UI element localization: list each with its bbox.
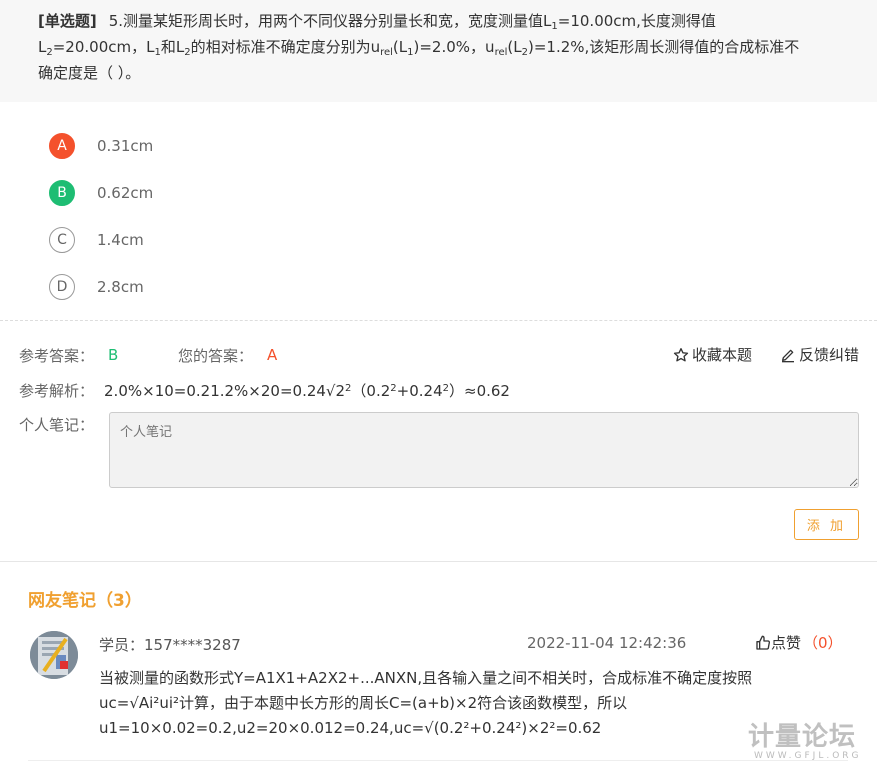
- reference-answer-value: B: [108, 346, 119, 364]
- comment-body: 当被测量的函数形式Y=A1X1+A2X2+...ANXN,且各输入量之间不相关时…: [99, 669, 753, 737]
- avatar-image-icon: [30, 631, 78, 679]
- option-b[interactable]: B 0.62cm: [49, 169, 153, 216]
- like-button[interactable]: 点赞 （0）: [755, 632, 843, 653]
- feedback-label: 反馈纠错: [798, 346, 859, 364]
- option-b-text: 0.62cm: [97, 183, 154, 202]
- answer-tools: 收藏本题 反馈纠错: [645, 344, 859, 365]
- option-c-badge: C: [49, 226, 75, 253]
- answer-row: 参考答案： B 您的答案： A 收藏本题 反馈纠错: [19, 344, 859, 366]
- option-d-text: 2.8cm: [97, 277, 144, 296]
- question-line-2: L2=20.00cm，L1和L2的相对标准不确定度分别为urel(L1)=2.0…: [38, 38, 800, 58]
- collect-label: 收藏本题: [691, 346, 752, 364]
- section-divider: [0, 561, 877, 562]
- option-c-text: 1.4cm: [97, 230, 144, 249]
- your-answer-value: A: [267, 346, 278, 364]
- add-note-button[interactable]: 添 加: [794, 509, 859, 540]
- thumbs-up-icon: [756, 635, 770, 650]
- dashed-divider: [0, 320, 877, 321]
- question-stem: [单选题] 5.测量某矩形周长时，用两个不同仪器分别量长和宽，宽度测量值L1=10…: [0, 0, 877, 102]
- comment-time: 2022-11-04 12:42:36: [527, 634, 687, 652]
- collect-button[interactable]: 收藏本题: [673, 344, 752, 365]
- like-count: （0）: [803, 634, 843, 652]
- watermark-main: 计量论坛: [748, 722, 857, 752]
- comment-user: 学员：157****3287: [99, 636, 241, 654]
- option-c[interactable]: C 1.4cm: [49, 216, 153, 263]
- option-b-badge: B: [49, 179, 75, 206]
- comments-title: 网友笔记（3）: [28, 591, 142, 611]
- question-line-1: [单选题] 5.测量某矩形周长时，用两个不同仪器分别量长和宽，宽度测量值L1=10…: [38, 12, 716, 32]
- option-a-badge: A: [49, 132, 75, 159]
- option-a-text: 0.31cm: [97, 136, 154, 155]
- analysis-text: 2.0%×10=0.21.2%×20=0.24√22（0.22+0.242）≈0…: [104, 381, 510, 400]
- note-label: 个人笔记：: [19, 416, 95, 434]
- bottom-divider: [28, 760, 848, 761]
- star-icon: [673, 347, 689, 361]
- like-label: 点赞: [771, 634, 802, 652]
- option-d-badge: D: [49, 273, 75, 300]
- edit-icon: [781, 349, 794, 362]
- analysis-row: 参考解析： 2.0%×10=0.21.2%×20=0.24√22（0.22+0.…: [19, 378, 510, 402]
- analysis-label: 参考解析：: [19, 381, 95, 400]
- question-type: [单选题]: [38, 12, 97, 30]
- reference-answer-label: 参考答案：: [19, 346, 95, 365]
- feedback-button[interactable]: 反馈纠错: [780, 344, 859, 365]
- note-input[interactable]: [109, 412, 859, 488]
- watermark-sub: WWW.GFJL.ORG: [754, 751, 862, 761]
- question-line-3: 确定度是（ ）。: [38, 64, 141, 82]
- option-d[interactable]: D 2.8cm: [49, 263, 153, 310]
- watermark: 计量论坛 WWW.GFJL.ORG: [748, 716, 873, 761]
- avatar: [30, 631, 78, 679]
- options-list: A 0.31cm B 0.62cm C 1.4cm D 2.8cm: [49, 122, 153, 310]
- option-a[interactable]: A 0.31cm: [49, 122, 153, 169]
- your-answer-label: 您的答案：: [178, 346, 254, 365]
